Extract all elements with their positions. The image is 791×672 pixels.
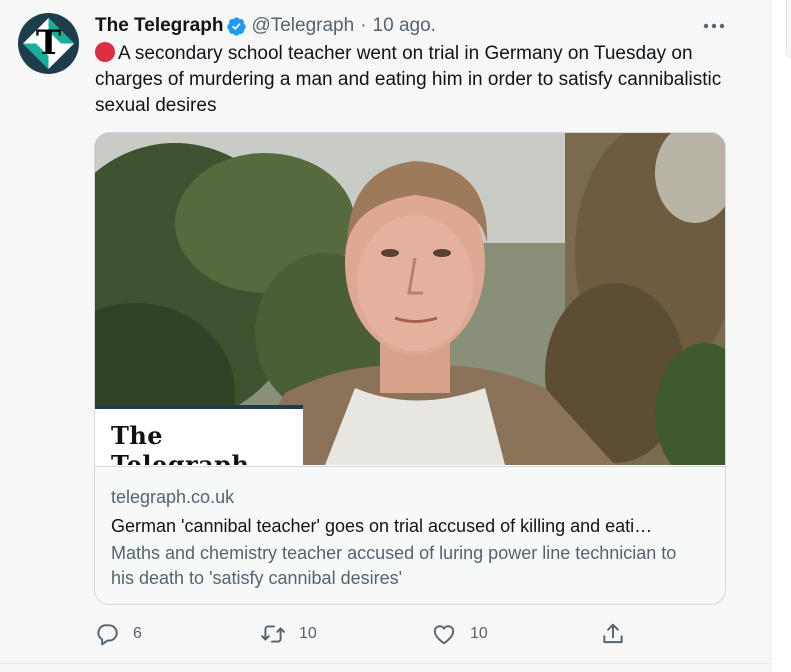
card-title: German 'cannibal teacher' goes on trial … <box>111 516 653 536</box>
share-button[interactable] <box>600 619 639 649</box>
reply-count: 6 <box>133 625 142 642</box>
separator-dot: · <box>360 15 367 36</box>
telegraph-logo-overlay: The Telegraph <box>95 405 303 465</box>
card-body[interactable]: telegraph.co.uk German 'cannibal teacher… <box>95 466 725 604</box>
card-domain: telegraph.co.uk <box>111 487 235 507</box>
tweet[interactable]: T The Telegraph @Telegraph · 10 ago. A s… <box>0 0 771 672</box>
reply-button[interactable]: 6 <box>94 619 142 649</box>
card-description: Maths and chemistry teacher accused of l… <box>111 543 677 588</box>
tweet-timestamp[interactable]: 10 ago. <box>373 15 436 37</box>
tweet-divider <box>0 663 771 672</box>
tweet-text: A secondary school teacher went on trial… <box>95 43 722 116</box>
avatar[interactable]: T <box>18 13 79 74</box>
retweet-button[interactable]: 10 <box>260 619 317 649</box>
author-name[interactable]: The Telegraph <box>95 15 223 37</box>
more-options-icon[interactable] <box>701 14 727 38</box>
right-sidebar-edge <box>771 0 791 672</box>
share-icon <box>603 623 623 644</box>
link-card[interactable]: The Telegraph telegraph.co.uk German 'ca… <box>94 132 726 605</box>
image-logo-text: The Telegraph <box>111 421 250 465</box>
retweet-icon <box>261 625 285 643</box>
action-bar: 6 10 10 <box>94 619 734 649</box>
heart-icon <box>433 625 455 645</box>
like-button[interactable]: 10 <box>431 619 488 649</box>
like-count: 10 <box>470 625 488 642</box>
tweet-text-container: A secondary school teacher went on trial… <box>95 41 745 119</box>
sidebar-panel-edge <box>786 0 791 58</box>
card-image[interactable]: The Telegraph <box>95 133 725 465</box>
verified-badge-icon <box>227 16 247 36</box>
reply-icon <box>97 624 118 646</box>
author-handle[interactable]: @Telegraph <box>251 15 354 37</box>
retweet-count: 10 <box>299 625 317 642</box>
avatar-letter: T <box>35 23 62 63</box>
tweet-header: The Telegraph @Telegraph · 10 ago. <box>95 14 436 38</box>
red-circle-icon <box>95 42 115 62</box>
